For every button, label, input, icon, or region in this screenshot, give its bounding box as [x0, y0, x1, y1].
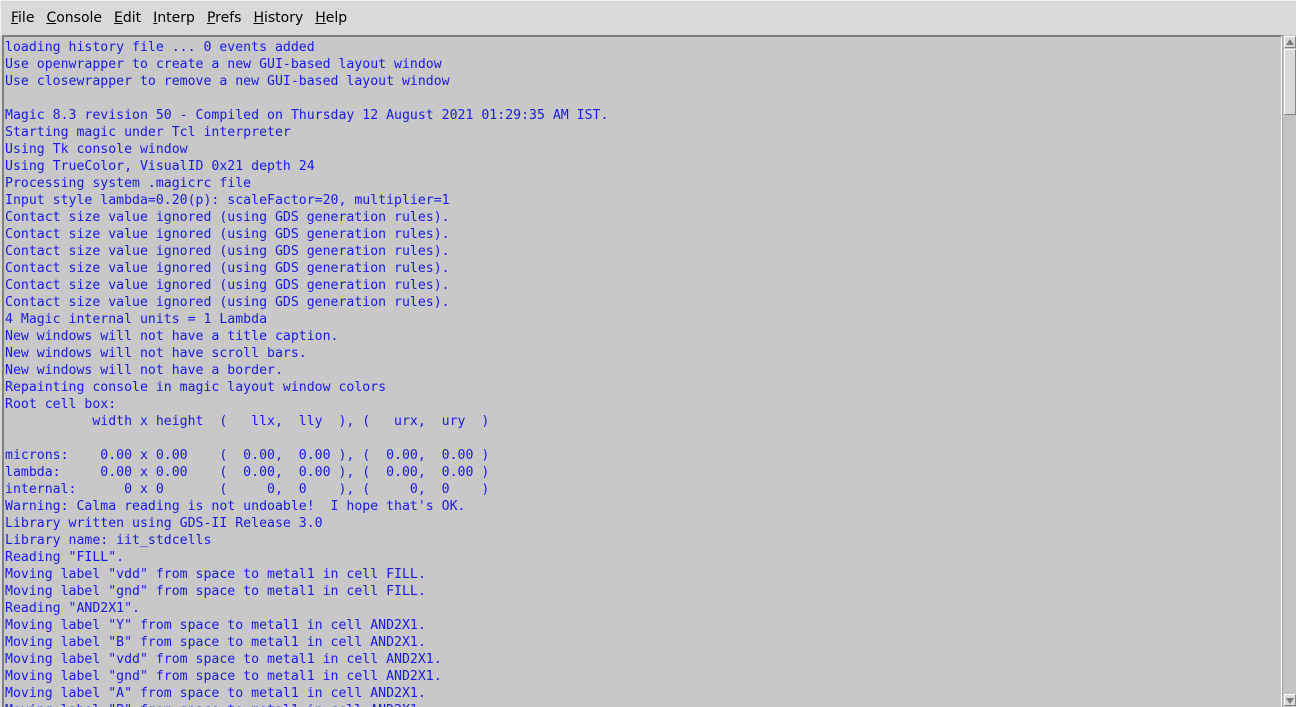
- console-line: Root cell box:: [5, 397, 117, 412]
- console-line: Moving label "vdd" from space to metal1 …: [5, 567, 426, 582]
- console-line: Contact size value ignored (using GDS ge…: [5, 244, 450, 259]
- console-line: Using Tk console window: [5, 142, 188, 157]
- menu-edit[interactable]: Edit: [108, 8, 147, 28]
- console-line: New windows will not have a title captio…: [5, 329, 339, 344]
- console-line: Repainting console in magic layout windo…: [5, 380, 387, 395]
- console-line: Library name: iit_stdcells: [5, 533, 212, 548]
- console-line: Reading "AND2X1".: [5, 601, 140, 616]
- console-line: Moving label "gnd" from space to metal1 …: [5, 584, 426, 599]
- scroll-thumb[interactable]: [1284, 49, 1296, 115]
- console-line: Moving label "gnd" from space to metal1 …: [5, 669, 442, 684]
- menu-history[interactable]: History: [247, 8, 309, 28]
- console-line: lambda: 0.00 x 0.00 ( 0.00, 0.00 ), ( 0.…: [5, 465, 490, 480]
- console-line: Moving label "B" from space to metal1 in…: [5, 635, 426, 650]
- console-line: Use closewrapper to remove a new GUI-bas…: [5, 74, 450, 89]
- menu-history-mnemonic: H: [253, 10, 264, 26]
- menu-file-mnemonic: F: [11, 10, 19, 26]
- console-line: Using TrueColor, VisualID 0x21 depth 24: [5, 159, 315, 174]
- menu-prefs[interactable]: Prefs: [201, 8, 248, 28]
- console-line: Contact size value ignored (using GDS ge…: [5, 210, 450, 225]
- menu-edit-label: dit: [122, 10, 142, 26]
- scroll-up-arrow-icon[interactable]: [1284, 36, 1296, 48]
- console-line: Moving label "Y" from space to metal1 in…: [5, 618, 426, 633]
- console-output: loading history file ... 0 events added U…: [5, 39, 608, 707]
- console-line: New windows will not have scroll bars.: [5, 346, 307, 361]
- console-line: Contact size value ignored (using GDS ge…: [5, 261, 450, 276]
- console-line: New windows will not have a border.: [5, 363, 283, 378]
- console-line: Contact size value ignored (using GDS ge…: [5, 295, 450, 310]
- menu-console[interactable]: Console: [40, 8, 108, 28]
- menu-help[interactable]: Help: [309, 8, 353, 28]
- scroll-down-arrow-icon[interactable]: [1284, 694, 1296, 706]
- menu-console-mnemonic: C: [46, 10, 57, 26]
- console-line: loading history file ... 0 events added: [5, 40, 315, 55]
- menu-file[interactable]: File: [5, 8, 40, 28]
- console-line: Starting magic under Tcl interpreter: [5, 125, 291, 140]
- menu-help-mnemonic: H: [315, 10, 326, 26]
- console-line: Contact size value ignored (using GDS ge…: [5, 278, 450, 293]
- console-line: Magic 8.3 revision 50 - Compiled on Thur…: [5, 108, 609, 123]
- menu-prefs-mnemonic: P: [206, 10, 216, 26]
- console-line: Library written using GDS-II Release 3.0: [5, 516, 323, 531]
- console-line: internal: 0 x 0 ( 0, 0 ), ( 0, 0 ): [5, 482, 490, 497]
- menu-history-label: istory: [263, 10, 304, 26]
- tkcon-window: File Console Edit Interp Prefs History H…: [0, 0, 1296, 707]
- console-line: microns: 0.00 x 0.00 ( 0.00, 0.00 ), ( 0…: [5, 448, 490, 463]
- console-text-area[interactable]: loading history file ... 0 events added U…: [2, 35, 1282, 707]
- console-line: Moving label "vdd" from space to metal1 …: [5, 652, 442, 667]
- console-line: Moving label "B" from space to metal1 in…: [5, 702, 608, 707]
- menu-file-label: ile: [18, 10, 35, 26]
- console-line: Use openwrapper to create a new GUI-base…: [5, 57, 442, 72]
- console-line: Input style lambda=0.20(p): scaleFactor=…: [5, 193, 450, 208]
- console-line: Processing system .magicrc file: [5, 176, 252, 191]
- console-line: Contact size value ignored (using GDS ge…: [5, 227, 450, 242]
- menu-edit-mnemonic: E: [114, 10, 123, 26]
- menu-console-label: onsole: [56, 10, 103, 26]
- console-line: Moving label "A" from space to metal1 in…: [5, 686, 426, 701]
- menu-prefs-label: refs: [215, 10, 242, 26]
- vertical-scrollbar[interactable]: [1282, 35, 1296, 707]
- console-line: width x height ( llx, lly ), ( urx, ury …: [5, 414, 490, 429]
- menu-interp-label: nterp: [157, 10, 195, 26]
- console-line: Warning: Calma reading is not undoable! …: [5, 499, 466, 514]
- menu-interp[interactable]: Interp: [147, 8, 201, 28]
- console-line: Reading "FILL".: [5, 550, 125, 565]
- menu-help-label: elp: [325, 10, 348, 26]
- menu-bar: File Console Edit Interp Prefs History H…: [0, 0, 1296, 35]
- console-line: 4 Magic internal units = 1 Lambda: [5, 312, 268, 327]
